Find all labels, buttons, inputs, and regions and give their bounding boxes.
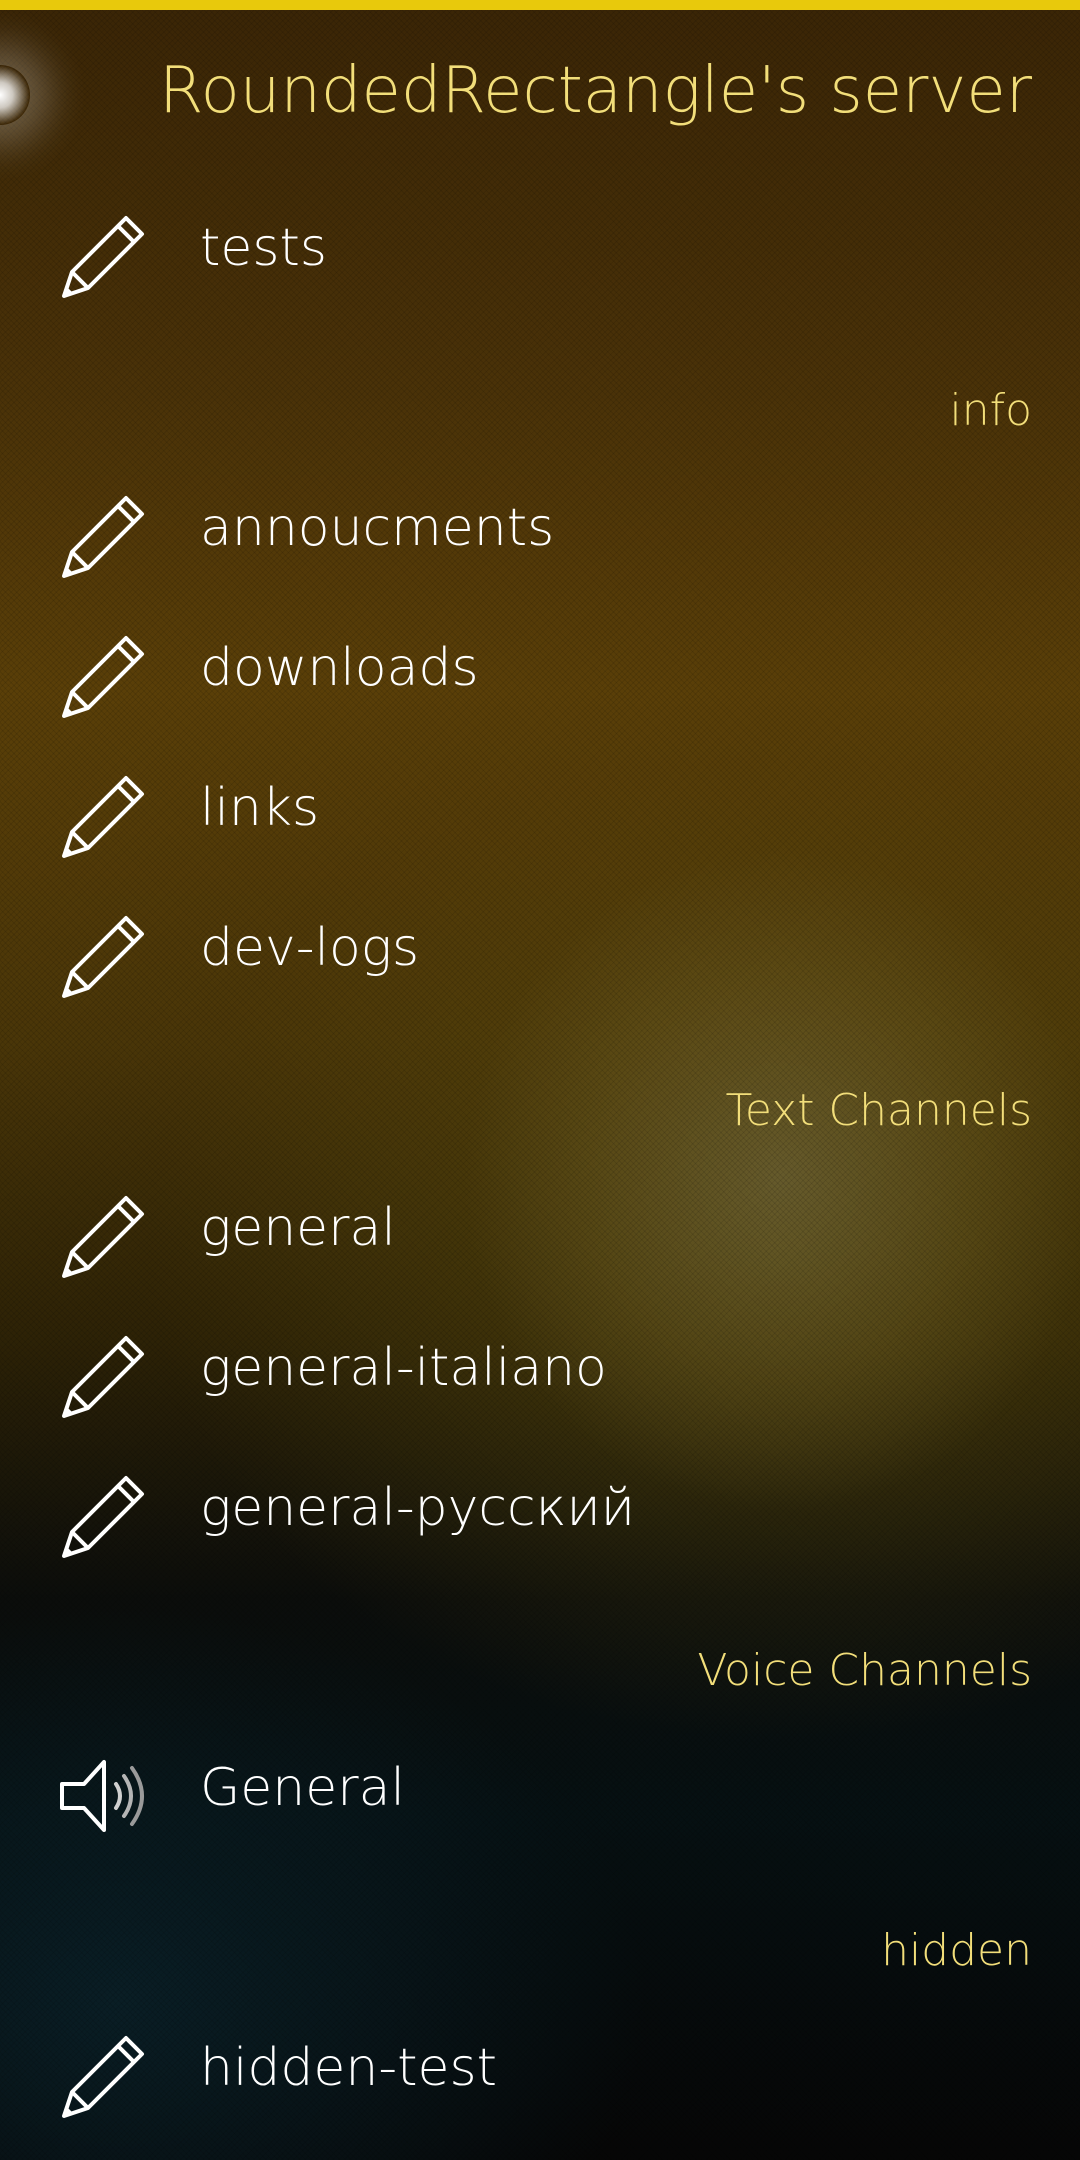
- pencil-icon: [62, 1196, 144, 1278]
- channel-label: hidden-test: [200, 2038, 497, 2098]
- section-header-info: info: [949, 385, 1032, 436]
- channel-item-dev-logs[interactable]: dev-logs: [0, 890, 1080, 1010]
- voice-channel-item-general[interactable]: General: [0, 1730, 1080, 1850]
- channel-label: general: [200, 1198, 396, 1258]
- channel-item-general[interactable]: general: [0, 1170, 1080, 1290]
- pencil-icon: [62, 1336, 144, 1418]
- channel-label: tests: [200, 218, 327, 278]
- channel-item-general-russian[interactable]: general-русский: [0, 1450, 1080, 1570]
- speaker-icon: [60, 1760, 144, 1832]
- channel-label: General: [200, 1758, 405, 1818]
- section-header-voice-channels: Voice Channels: [697, 1645, 1032, 1696]
- top-accent-bar: [0, 0, 1080, 10]
- channel-item-annoucments[interactable]: annoucments: [0, 470, 1080, 590]
- channel-item-links[interactable]: links: [0, 750, 1080, 870]
- pencil-icon: [62, 776, 144, 858]
- pencil-icon: [62, 496, 144, 578]
- pencil-icon: [62, 636, 144, 718]
- pencil-icon: [62, 1476, 144, 1558]
- channel-label: annoucments: [200, 498, 555, 558]
- channel-label: general-italiano: [200, 1338, 607, 1398]
- pencil-icon: [62, 216, 144, 298]
- pencil-icon: [62, 916, 144, 998]
- pulley-glow-indicator: [0, 65, 30, 125]
- channel-item-general-italiano[interactable]: general-italiano: [0, 1310, 1080, 1430]
- channel-label: dev-logs: [200, 918, 420, 978]
- pencil-icon: [62, 2036, 144, 2118]
- channel-label: general-русский: [200, 1478, 635, 1538]
- channel-item-downloads[interactable]: downloads: [0, 610, 1080, 730]
- page-title: RoundedRectangle's server: [159, 54, 1032, 128]
- section-header-text-channels: Text Channels: [725, 1085, 1032, 1136]
- section-header-hidden: hidden: [881, 1925, 1032, 1976]
- channel-item-hidden-test[interactable]: hidden-test: [0, 2010, 1080, 2130]
- channel-label: downloads: [200, 638, 479, 698]
- channel-item-tests[interactable]: tests: [0, 190, 1080, 310]
- channel-label: links: [200, 778, 320, 838]
